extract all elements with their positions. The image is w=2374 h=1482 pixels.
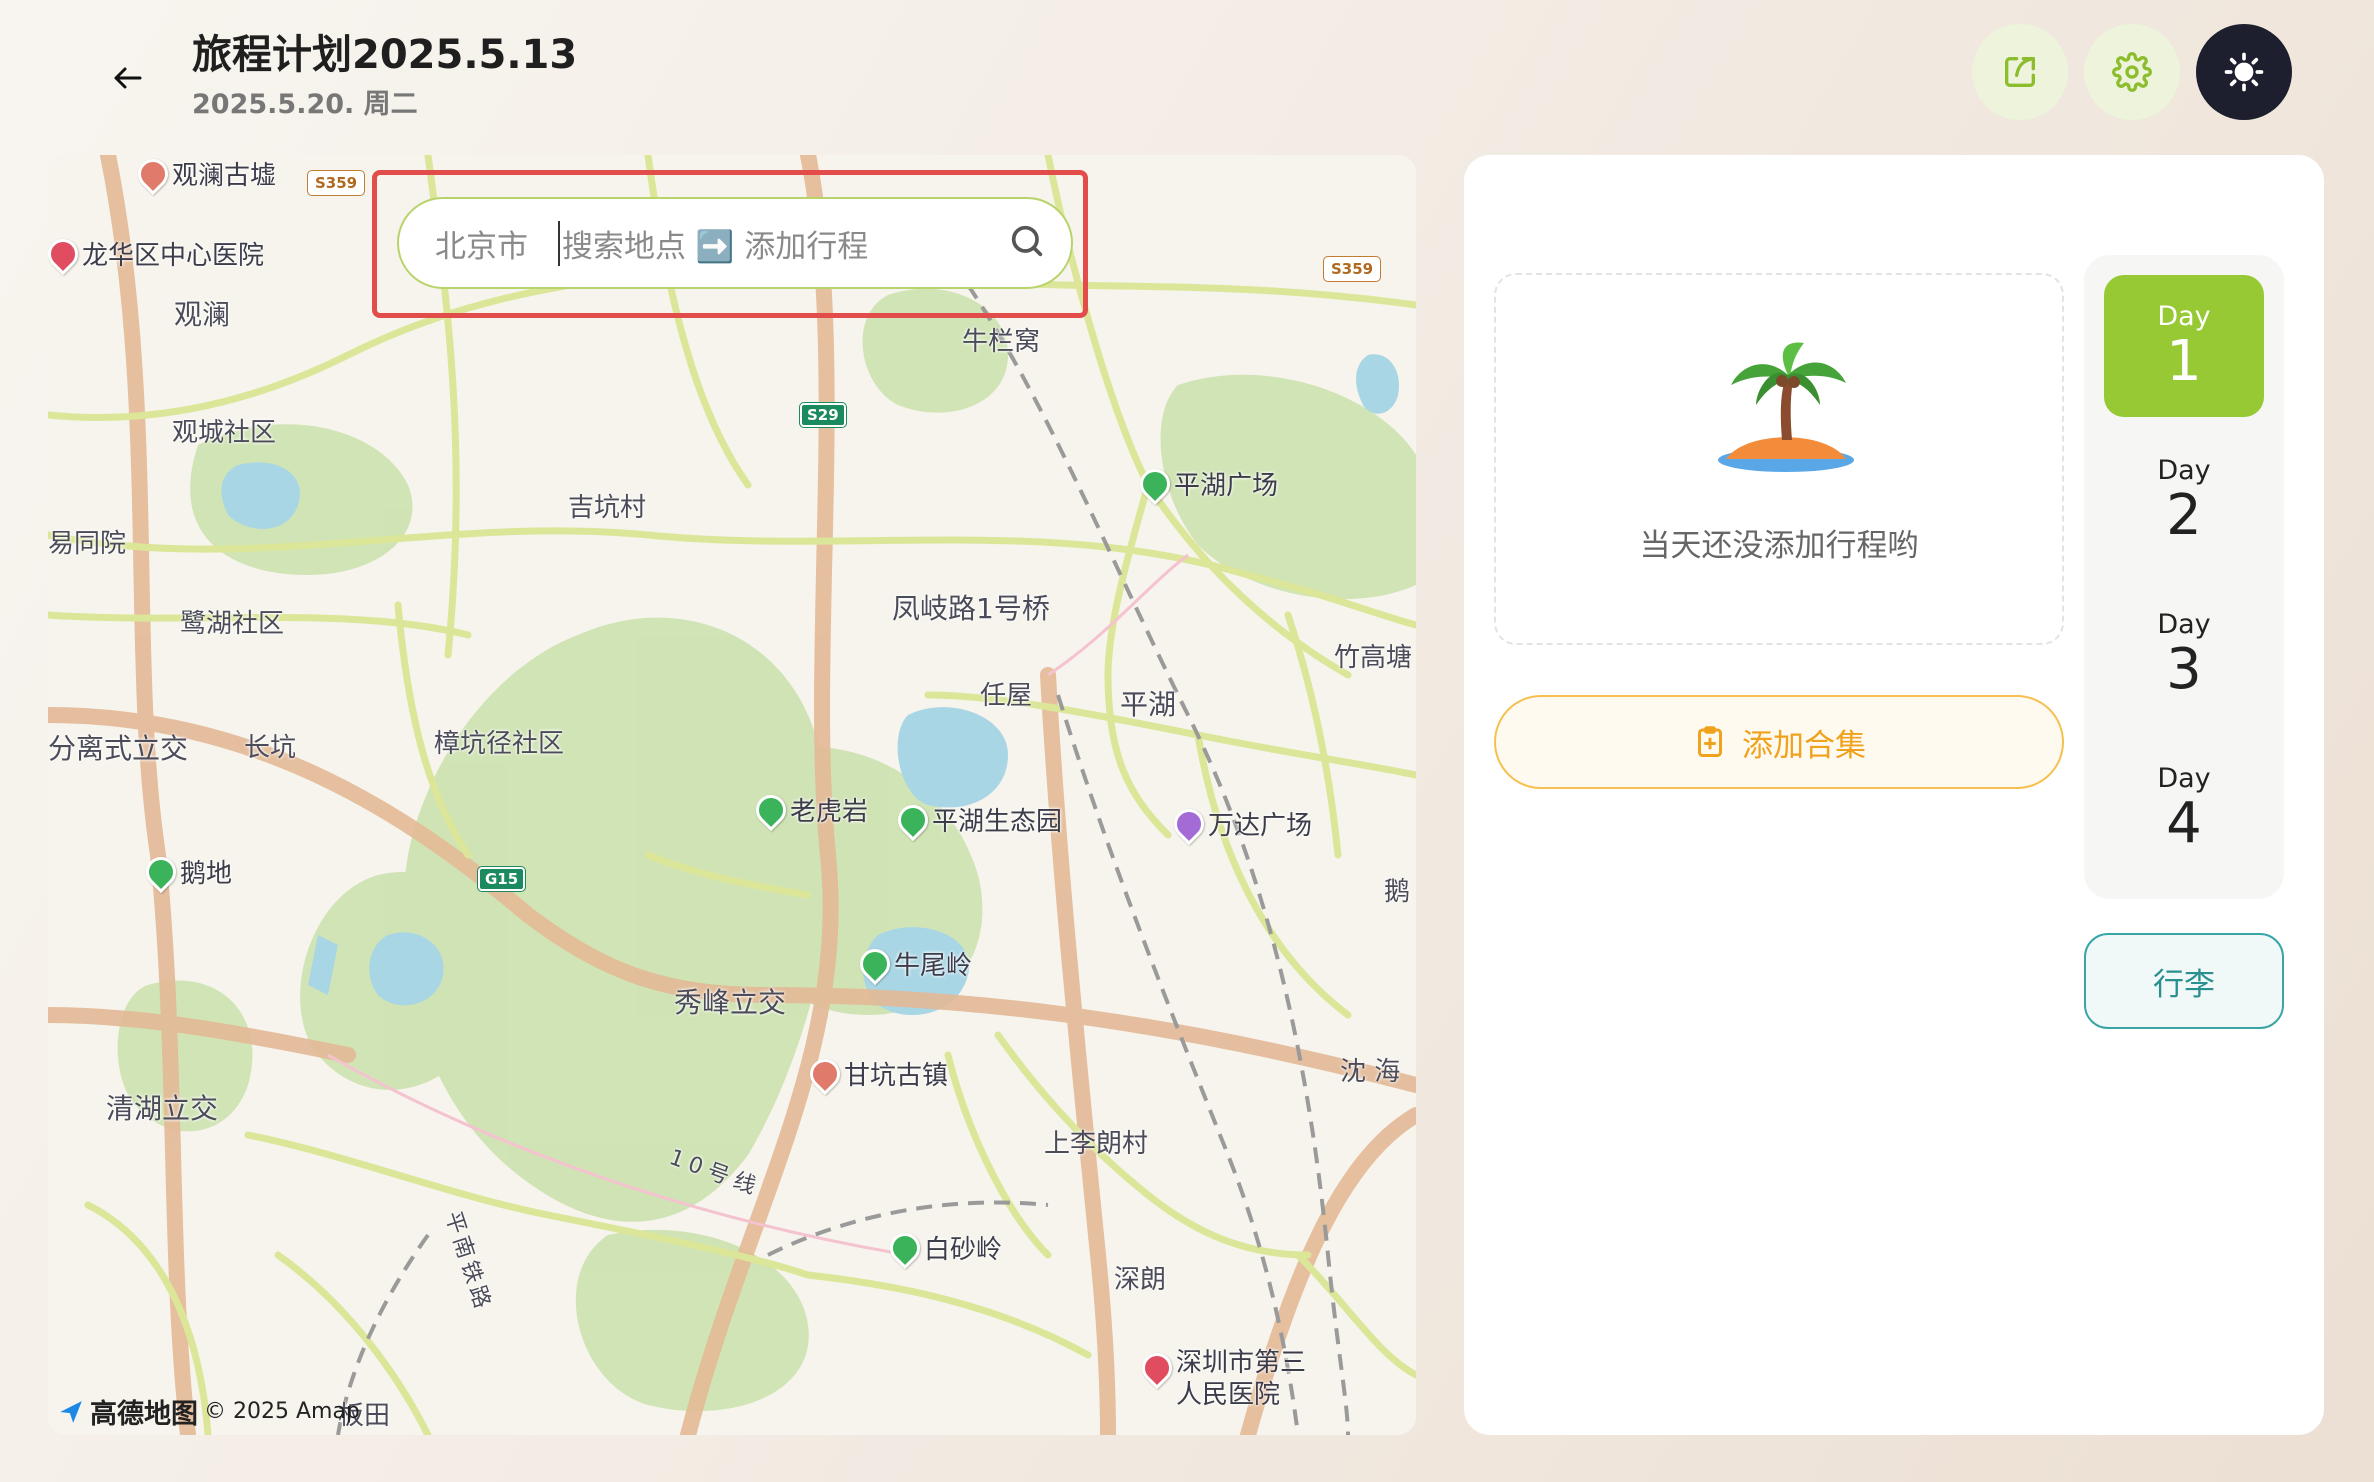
map-poi[interactable]: 平湖广场 — [1133, 462, 1278, 505]
mountain-pin-icon — [883, 1226, 927, 1269]
map-pin-icon — [131, 155, 175, 195]
back-button[interactable] — [100, 50, 156, 106]
map-attribution: 高德地图 © 2025 Amap — [58, 1392, 360, 1431]
map-label: 分离式立交 — [48, 732, 189, 765]
map-poi[interactable]: 鹅地 — [139, 850, 232, 893]
map-base-layer — [48, 155, 1416, 1435]
mountain-pin-icon — [853, 942, 897, 985]
map-label: 观城社区 — [172, 418, 277, 448]
share-button[interactable] — [1972, 24, 2068, 120]
map-label: 清湖立交 — [106, 1092, 219, 1125]
mountain-pin-icon — [749, 788, 793, 831]
day-tab-2[interactable]: Day 2 — [2104, 429, 2264, 571]
amap-logo-icon — [60, 1400, 82, 1423]
itinerary-panel: 当天还没添加行程哟 添加合集 Day 1 Day 2 Day 3 Day 4 行… — [1464, 155, 2324, 1435]
sun-icon — [2224, 52, 2264, 92]
theme-toggle-button[interactable] — [2196, 24, 2292, 120]
map-label: 鹭湖社区 — [180, 609, 285, 639]
day-tab-4[interactable]: Day 4 — [2104, 737, 2264, 879]
page-subtitle: 2025.5.20. 周二 — [192, 89, 418, 120]
map-label: 平湖 — [1120, 688, 1177, 721]
map-label: 樟坑径社区 — [434, 729, 565, 759]
road-shield: S359 — [306, 170, 366, 196]
search-input[interactable]: 搜索地点 ➡️ 添加行程 — [558, 220, 1007, 266]
park-pin-icon — [891, 798, 935, 841]
map-poi[interactable]: 深圳市第三人民医院 — [1135, 1346, 1316, 1411]
empty-state-text: 当天还没添加行程哟 — [1639, 528, 1919, 564]
map-poi[interactable]: 万达广场 — [1167, 802, 1312, 845]
map-label: 任屋 — [980, 681, 1033, 711]
hospital-pin-icon — [1135, 1346, 1179, 1390]
map-poi[interactable]: 平湖生态园 — [891, 798, 1062, 841]
map-label: 深朗 — [1114, 1265, 1167, 1295]
day-selector: Day 1 Day 2 Day 3 Day 4 — [2084, 255, 2284, 899]
day-tab-1[interactable]: Day 1 — [2104, 275, 2264, 417]
map-poi[interactable]: 观澜古墟 — [131, 155, 276, 195]
search-icon — [1011, 225, 1043, 257]
map-label: 竹高塘 — [1334, 643, 1413, 673]
mountain-pin-icon — [139, 850, 183, 893]
map-poi[interactable]: 龙华区中心医院 — [48, 232, 264, 275]
search-button[interactable] — [1007, 221, 1047, 265]
add-collection-button[interactable]: 添加合集 — [1494, 695, 2064, 789]
city-selector[interactable]: 北京市 — [435, 221, 528, 266]
luggage-button[interactable]: 行李 — [2084, 933, 2284, 1029]
landmark-pin-icon — [803, 1052, 847, 1095]
map-poi[interactable]: 白砂岭 — [883, 1226, 1002, 1269]
empty-state-card: 当天还没添加行程哟 — [1494, 273, 2064, 645]
map-poi[interactable]: 甘坑古镇 — [803, 1052, 948, 1095]
hospital-pin-icon — [48, 232, 85, 275]
map-label: 秀峰立交 — [674, 986, 787, 1019]
map-label: 吉坑村 — [568, 493, 647, 523]
map-label: 鹅 — [1384, 877, 1411, 907]
map-poi[interactable]: 老虎岩 — [749, 788, 868, 831]
map-label: 观澜 — [174, 298, 231, 331]
share-icon — [2005, 57, 2035, 88]
park-pin-icon — [1133, 462, 1177, 505]
map-label: 沈 海 — [1340, 1057, 1401, 1087]
clipboard-add-icon — [1698, 726, 1722, 757]
road-shield: S359 — [1322, 256, 1382, 282]
gear-icon — [2112, 52, 2152, 92]
palm-island-icon — [1718, 342, 1854, 472]
road-shield: G15 — [476, 866, 527, 892]
search-bar[interactable]: 北京市 搜索地点 ➡️ 添加行程 — [397, 197, 1073, 289]
shopping-pin-icon — [1167, 802, 1211, 845]
road-shield: S29 — [799, 402, 847, 428]
map-label: 牛栏窝 — [962, 327, 1041, 357]
add-collection-label: 添加合集 — [1742, 727, 1866, 764]
settings-button[interactable] — [2084, 24, 2180, 120]
arrow-left-icon — [114, 67, 142, 89]
map-label: 上李朗村 — [1044, 1129, 1149, 1159]
map-view[interactable]: S359 S359 S29 G15 观澜古墟 龙华区中心医院 观澜 观城社区 易… — [48, 155, 1416, 1435]
map-label: 长坑 — [244, 733, 297, 763]
map-poi[interactable]: 牛尾岭 — [853, 942, 972, 985]
map-label: 凤岐路1号桥 — [892, 592, 1050, 625]
page-title: 旅程计划2025.5.13 — [192, 32, 578, 78]
map-label: 易同院 — [48, 529, 127, 559]
day-tab-3[interactable]: Day 3 — [2104, 583, 2264, 725]
search-highlight-frame: 北京市 搜索地点 ➡️ 添加行程 — [372, 170, 1088, 318]
